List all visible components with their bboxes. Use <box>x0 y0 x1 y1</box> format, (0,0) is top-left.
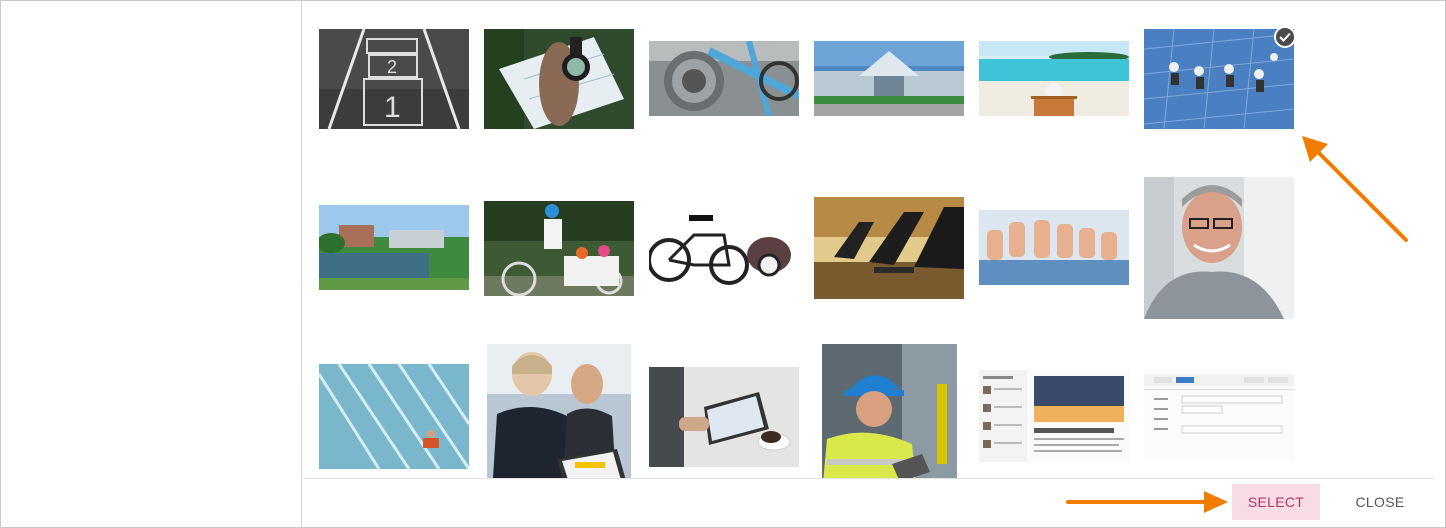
smiling-man-glasses-image[interactable] <box>1144 177 1294 319</box>
svg-text:2: 2 <box>387 57 397 77</box>
svg-text:1: 1 <box>384 91 401 124</box>
selected-check-icon <box>1274 26 1296 48</box>
office-monitors-image[interactable] <box>814 197 964 299</box>
arrow-to-selected-icon <box>1302 136 1408 242</box>
compass-map-image[interactable] <box>484 29 634 129</box>
folder-pane <box>1 1 302 527</box>
glass-building-image[interactable] <box>814 41 964 116</box>
bike-trailer-image[interactable] <box>649 205 799 295</box>
select-button[interactable]: SELECT <box>1232 484 1320 520</box>
bike-gears-image[interactable] <box>649 41 799 116</box>
beach-chair-image[interactable] <box>979 41 1129 116</box>
hard-hat-worker-image[interactable] <box>822 344 957 494</box>
arrow-to-select-button-icon <box>1066 491 1228 513</box>
cargo-bike-family-image[interactable] <box>484 201 634 296</box>
thumbs-up-image[interactable] <box>979 210 1129 285</box>
form-screenshot-image[interactable] <box>1144 374 1294 460</box>
scrollbar[interactable] <box>1425 1 1435 527</box>
window-cleaners-image[interactable] <box>1144 29 1294 129</box>
close-button[interactable]: CLOSE <box>1340 484 1420 520</box>
people-tablet-image[interactable] <box>487 344 631 494</box>
campus-lake-image[interactable] <box>319 205 469 290</box>
stadium-seats-image[interactable] <box>319 364 469 469</box>
news-screenshot-image[interactable] <box>979 370 1129 462</box>
tablet-coffee-image[interactable] <box>649 367 799 467</box>
hopscotch-road-image[interactable]: 2 1 <box>319 29 469 129</box>
